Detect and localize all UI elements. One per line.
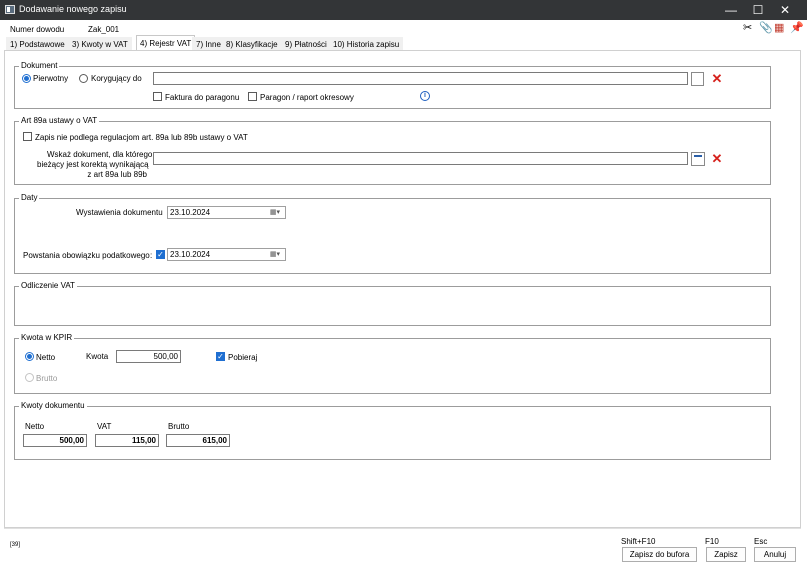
doc-number-label: Numer dowodu <box>10 25 65 34</box>
radio-korygujacy-label: Korygujący do <box>91 74 142 83</box>
tax-date-dropdown-icon[interactable]: ▦▾ <box>266 249 284 260</box>
app-icon <box>5 5 15 14</box>
tab-klasyfikacje[interactable]: 8) Klasyfikacje <box>222 37 282 51</box>
radio-brutto[interactable] <box>25 373 34 382</box>
group-kwoty-dokumentu: Kwoty dokumentu <box>14 401 771 460</box>
issue-date-label: Wystawienia dokumentu <box>76 208 163 217</box>
calendar-icon[interactable]: ▦ <box>774 23 784 34</box>
tab-podstawowe[interactable]: 1) Podstawowe <box>6 37 69 51</box>
radio-netto[interactable] <box>25 352 34 361</box>
tab-platnosci[interactable]: 9) Płatności <box>281 37 331 51</box>
kwoty-netto-label: Netto <box>25 422 45 431</box>
radio-brutto-label: Brutto <box>36 374 58 383</box>
checkbox-paragon-raport[interactable] <box>248 92 257 101</box>
tax-date-checkbox[interactable]: ✓ <box>156 250 165 259</box>
checkbox-paragon-raport-label: Paragon / raport okresowy <box>260 93 354 102</box>
group-odliczenie-vat: Odliczenie VAT <box>14 281 771 326</box>
pin-icon[interactable]: 📌 <box>790 23 804 34</box>
tab-rejestr-vat[interactable]: 4) Rejestr VAT <box>136 35 196 51</box>
cancel-button[interactable]: Anuluj <box>754 547 796 562</box>
group-daty-legend: Daty <box>19 193 40 202</box>
shortcut-cancel: Esc <box>754 537 768 546</box>
art89-pick-document-icon[interactable] <box>691 152 705 166</box>
close-button[interactable]: ✕ <box>772 1 798 19</box>
scissors-icon[interactable]: ✂ <box>743 23 752 34</box>
checkbox-pobieraj-label: Pobieraj <box>228 353 258 362</box>
checkbox-faktura-do-paragonu[interactable] <box>153 92 162 101</box>
status-code: [39] <box>10 542 21 548</box>
radio-netto-label: Netto <box>36 353 56 362</box>
tax-date-colon: : <box>150 251 153 260</box>
tab-historia-zapisu[interactable]: 10) Historia zapisu <box>329 37 404 51</box>
art89-clear-icon[interactable]: ✕ <box>710 152 724 166</box>
minimize-button[interactable]: — <box>718 1 744 19</box>
kwoty-brutto-value: 615,00 <box>166 434 230 447</box>
checkbox-faktura-do-paragonu-label: Faktura do paragonu <box>165 93 240 102</box>
group-kwota-kpir: Kwota w KPIR <box>14 333 771 394</box>
radio-pierwotny-label: Pierwotny <box>33 74 69 83</box>
group-art89a-legend: Art 89a ustawy o VAT <box>19 116 100 125</box>
issue-date-dropdown-icon[interactable]: ▦▾ <box>266 207 284 218</box>
art89-field-label-line3: z art 89a lub 89b <box>87 170 147 179</box>
kpir-amount-field[interactable]: 500,00 <box>116 350 181 363</box>
kwoty-vat-value: 115,00 <box>95 434 159 447</box>
kpir-amount-label: Kwota <box>86 352 109 361</box>
paperclip-icon[interactable]: 📎 <box>759 23 773 34</box>
group-kwota-kpir-legend: Kwota w KPIR <box>19 333 75 342</box>
select-document-button[interactable] <box>691 72 704 86</box>
art89-field-label-line2: bieżący jest korektą wynikającą <box>37 160 149 169</box>
art89-document-field[interactable] <box>153 152 688 165</box>
shortcut-save: F10 <box>705 537 719 546</box>
save-button[interactable]: Zapisz <box>706 547 746 562</box>
tab-kwoty-vat[interactable]: 3) Kwoty w VAT <box>68 37 132 51</box>
footer-separator <box>4 528 801 529</box>
clear-document-icon[interactable]: ✕ <box>710 72 724 86</box>
radio-pierwotny[interactable] <box>22 74 31 83</box>
checkbox-not-subject-art89[interactable] <box>23 132 32 141</box>
kwoty-vat-label: VAT <box>97 422 112 431</box>
checkbox-not-subject-art89-label: Zapis nie podlega regulacjom art. 89a lu… <box>35 133 248 142</box>
kwoty-brutto-label: Brutto <box>168 422 190 431</box>
radio-korygujacy[interactable] <box>79 74 88 83</box>
window-title: Dodawanie nowego zapisu <box>19 4 127 14</box>
corrects-document-field[interactable] <box>153 72 688 85</box>
art89-field-label-line1: Wskaż dokument, dla którego <box>47 150 153 159</box>
checkbox-pobieraj[interactable]: ✓ <box>216 352 225 361</box>
group-kwoty-dokumentu-legend: Kwoty dokumentu <box>19 401 87 410</box>
group-dokument-legend: Dokument <box>19 61 60 70</box>
shortcut-buffer: Shift+F10 <box>621 537 656 546</box>
tax-date-label: Powstania obowiązku podatkowego <box>23 251 150 260</box>
tab-inne[interactable]: 7) Inne <box>192 37 225 51</box>
info-icon[interactable]: i <box>420 91 430 101</box>
maximize-button[interactable]: ☐ <box>745 1 771 19</box>
title-bar: Dodawanie nowego zapisu — ☐ ✕ <box>0 0 807 20</box>
kwoty-netto-value: 500,00 <box>23 434 87 447</box>
save-to-buffer-button[interactable]: Zapisz do bufora <box>622 547 697 562</box>
doc-number-value: Zak_001 <box>88 25 120 34</box>
group-odliczenie-vat-legend: Odliczenie VAT <box>19 281 77 290</box>
